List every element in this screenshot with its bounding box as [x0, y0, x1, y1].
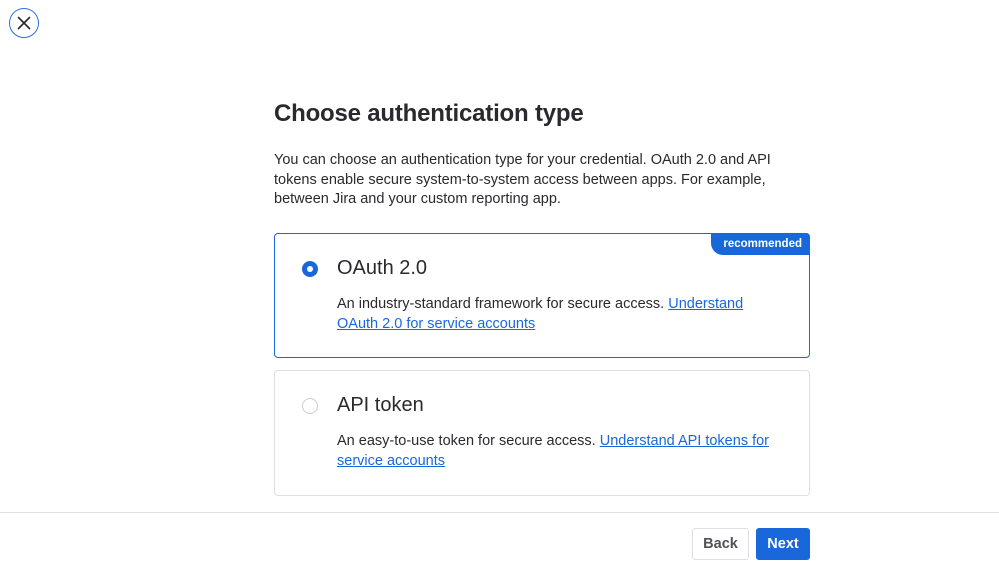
oauth-radio[interactable] — [302, 261, 318, 277]
recommended-badge: recommended — [711, 233, 810, 255]
close-icon — [17, 16, 31, 30]
footer-divider — [0, 512, 999, 513]
api-token-radio[interactable] — [302, 398, 318, 414]
api-token-label: API token — [337, 394, 424, 416]
back-button[interactable]: Back — [692, 528, 749, 560]
oauth-description: An industry-standard framework for secur… — [337, 295, 787, 334]
next-button[interactable]: Next — [756, 528, 810, 560]
oauth-description-text: An industry-standard framework for secur… — [337, 296, 665, 312]
api-token-description-text: An easy-to-use token for secure access. — [337, 433, 596, 449]
intro-text: You can choose an authentication type fo… — [274, 152, 771, 207]
api-token-description: An easy-to-use token for secure access. … — [337, 432, 787, 471]
option-api-token[interactable]: API token An easy-to-use token for secur… — [274, 370, 810, 496]
oauth-label: OAuth 2.0 — [337, 257, 428, 279]
page-title: Choose authentication type — [274, 100, 584, 127]
close-button[interactable] — [9, 8, 39, 38]
option-oauth[interactable]: recommended OAuth 2.0 An industry-standa… — [274, 233, 810, 358]
